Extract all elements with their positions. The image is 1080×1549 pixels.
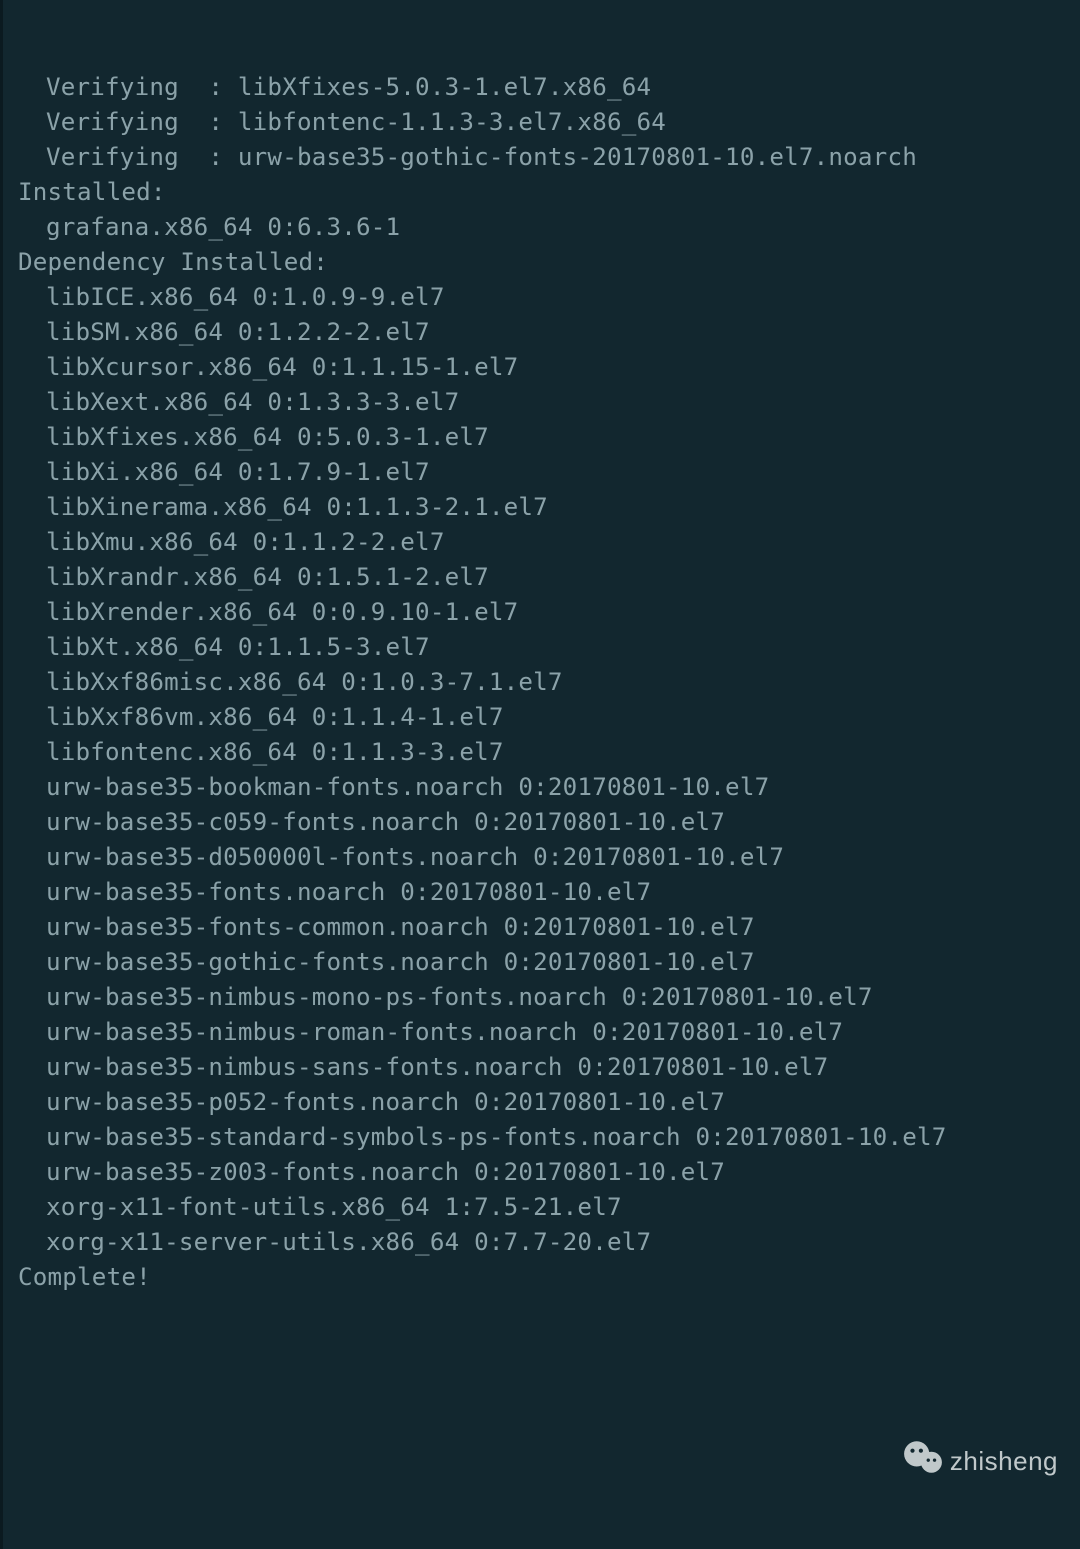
dependency-package: urw-base35-c059-fonts.noarch 0:20170801-… [18,805,1080,840]
installed-package: grafana.x86_64 0:6.3.6-1 [18,210,1080,245]
dependency-package: libXrender.x86_64 0:0.9.10-1.el7 [18,595,1080,630]
dependency-package: libXfixes.x86_64 0:5.0.3-1.el7 [18,420,1080,455]
watermark: zhisheng [856,1404,1058,1519]
dependency-package: urw-base35-d050000l-fonts.noarch 0:20170… [18,840,1080,875]
dependency-package: urw-base35-p052-fonts.noarch 0:20170801-… [18,1085,1080,1120]
dependency-package: urw-base35-fonts.noarch 0:20170801-10.el… [18,875,1080,910]
dependency-package: urw-base35-standard-symbols-ps-fonts.noa… [18,1120,1080,1155]
complete-line: Complete! [18,1260,1080,1295]
dependency-package: xorg-x11-font-utils.x86_64 1:7.5-21.el7 [18,1190,1080,1225]
installed-header: Installed: [18,175,1080,210]
verifying-line: Verifying : libfontenc-1.1.3-3.el7.x86_6… [18,105,1080,140]
dependency-package: urw-base35-nimbus-roman-fonts.noarch 0:2… [18,1015,1080,1050]
dependency-package: libXmu.x86_64 0:1.1.2-2.el7 [18,525,1080,560]
dependency-package: libXinerama.x86_64 0:1.1.3-2.1.el7 [18,490,1080,525]
dependency-package: urw-base35-nimbus-mono-ps-fonts.noarch 0… [18,980,1080,1015]
dependency-package: libXxf86vm.x86_64 0:1.1.4-1.el7 [18,700,1080,735]
dependency-package: libXt.x86_64 0:1.1.5-3.el7 [18,630,1080,665]
dependency-package: urw-base35-bookman-fonts.noarch 0:201708… [18,770,1080,805]
dependency-package: urw-base35-fonts-common.noarch 0:2017080… [18,910,1080,945]
dependency-package: xorg-x11-server-utils.x86_64 0:7.7-20.el… [18,1225,1080,1260]
dependency-package: libXxf86misc.x86_64 0:1.0.3-7.1.el7 [18,665,1080,700]
dependency-package: libfontenc.x86_64 0:1.1.3-3.el7 [18,735,1080,770]
terminal-output[interactable]: Verifying : libXfixes-5.0.3-1.el7.x86_64… [0,0,1080,1549]
dependency-package: libXi.x86_64 0:1.7.9-1.el7 [18,455,1080,490]
dependency-package: libXcursor.x86_64 0:1.1.15-1.el7 [18,350,1080,385]
dependency-package: urw-base35-nimbus-sans-fonts.noarch 0:20… [18,1050,1080,1085]
verifying-line: Verifying : urw-base35-gothic-fonts-2017… [18,140,1080,175]
verifying-line: Verifying : libXfixes-5.0.3-1.el7.x86_64 [18,70,1080,105]
wechat-icon [856,1404,944,1519]
dependency-package: libXext.x86_64 0:1.3.3-3.el7 [18,385,1080,420]
dependency-package: libICE.x86_64 0:1.0.9-9.el7 [18,280,1080,315]
dependency-package: libSM.x86_64 0:1.2.2-2.el7 [18,315,1080,350]
dependency-package: urw-base35-gothic-fonts.noarch 0:2017080… [18,945,1080,980]
watermark-text: zhisheng [950,1444,1058,1479]
dependency-package: libXrandr.x86_64 0:1.5.1-2.el7 [18,560,1080,595]
dependency-header: Dependency Installed: [18,245,1080,280]
dependency-package: urw-base35-z003-fonts.noarch 0:20170801-… [18,1155,1080,1190]
